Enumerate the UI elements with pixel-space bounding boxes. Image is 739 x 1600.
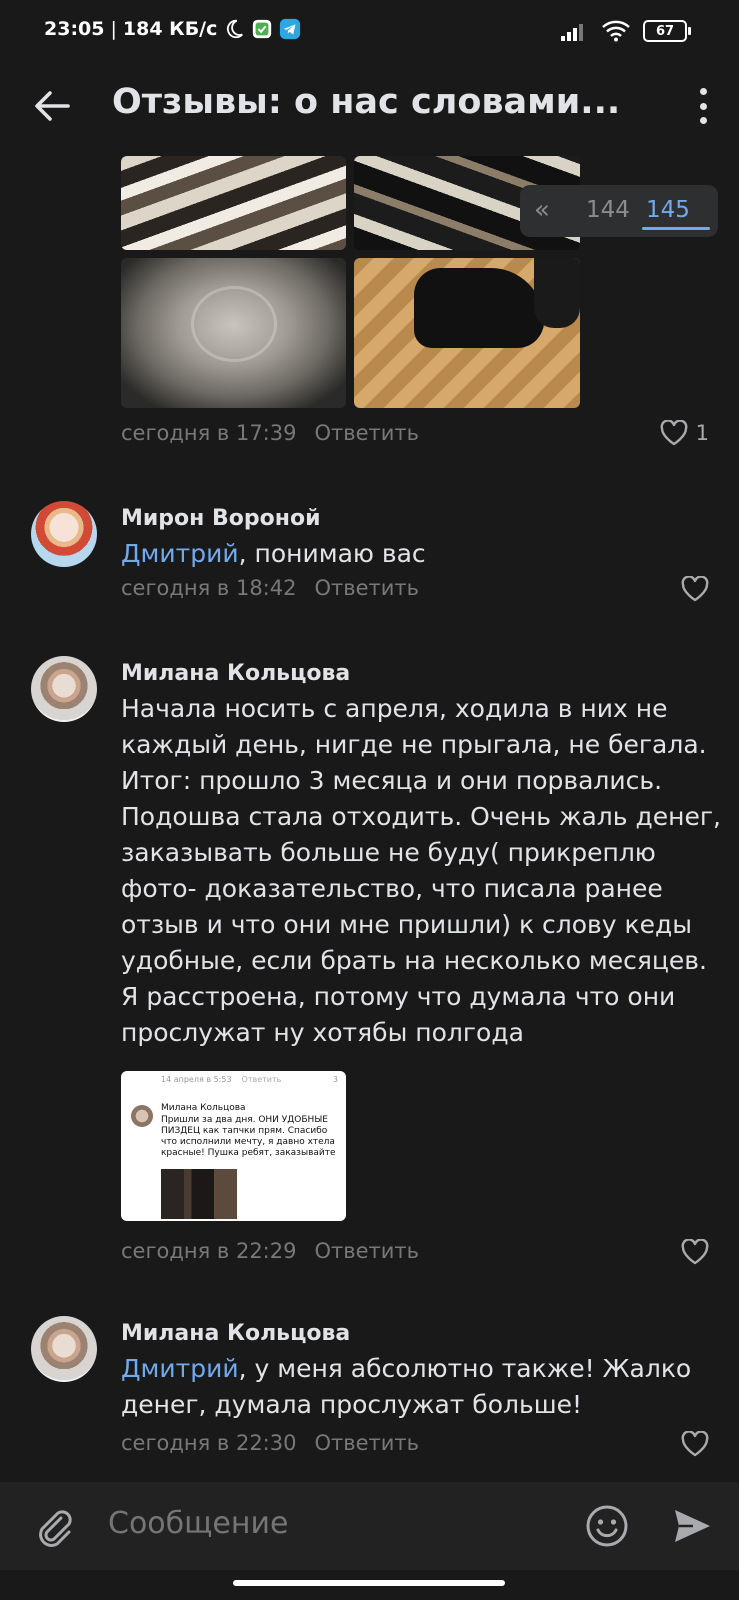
status-left: 23:05 | 184 КБ/с xyxy=(44,18,301,40)
status-speed: 184 КБ/с xyxy=(122,18,218,40)
status-right: 67 xyxy=(561,20,691,42)
comment-time: сегодня в 18:42 xyxy=(121,576,297,600)
attachment-like-count: 3 xyxy=(332,1075,338,1084)
comments-feed[interactable]: « 144 145 сегодня в 17:39 Ответить 1 Миро… xyxy=(0,146,739,1482)
avatar[interactable] xyxy=(31,501,97,567)
attached-photo-3[interactable] xyxy=(121,258,346,408)
comment-meta: сегодня в 17:39 Ответить xyxy=(121,421,419,445)
heart-icon xyxy=(681,1431,709,1457)
comment-time: сегодня в 22:29 xyxy=(121,1239,297,1263)
status-time: 23:05 xyxy=(44,18,105,40)
attached-screenshot[interactable]: 14 апреля в 5:53 Ответить 3 Милана Кольцо… xyxy=(121,1071,346,1221)
reply-button[interactable]: Ответить xyxy=(314,421,419,445)
comment-text: Дмитрий, понимаю вас xyxy=(121,536,721,572)
attached-photo-1[interactable] xyxy=(121,156,346,250)
checkbox-app-icon xyxy=(253,19,272,39)
wifi-icon xyxy=(602,20,630,42)
comment-text: Дмитрий, у меня абсолютно также! Жалко д… xyxy=(121,1351,721,1423)
status-separator: | xyxy=(110,18,117,40)
emoji-icon[interactable] xyxy=(584,1503,630,1549)
home-indicator[interactable] xyxy=(233,1580,505,1586)
reply-button[interactable]: Ответить xyxy=(314,1239,419,1263)
comment-meta: сегодня в 22:29 Ответить xyxy=(121,1239,419,1263)
app-header: Отзывы: о нас словами... xyxy=(0,66,739,146)
message-composer xyxy=(0,1482,739,1570)
heart-icon xyxy=(681,576,709,602)
page-current[interactable]: 145 xyxy=(646,197,690,223)
reply-button[interactable]: Ответить xyxy=(314,1431,419,1455)
comment-time: сегодня в 17:39 xyxy=(121,421,297,445)
page-navigator: « 144 145 xyxy=(520,185,718,237)
comment-author[interactable]: Мирон Вороной xyxy=(121,506,321,531)
attachment-photo xyxy=(161,1169,237,1219)
attachment-meta: 14 апреля в 5:53 Ответить xyxy=(161,1075,282,1084)
reply-button[interactable]: Ответить xyxy=(314,576,419,600)
avatar[interactable] xyxy=(31,1316,97,1382)
mention-link[interactable]: Дмитрий xyxy=(121,539,239,568)
like-button[interactable] xyxy=(681,1239,709,1265)
mention-link[interactable]: Дмитрий xyxy=(121,1354,239,1383)
attachment-avatar xyxy=(131,1105,153,1127)
like-button[interactable] xyxy=(681,576,709,602)
heart-icon xyxy=(660,420,688,446)
like-count: 1 xyxy=(695,421,709,445)
battery-level: 67 xyxy=(655,23,675,39)
heart-icon xyxy=(681,1239,709,1265)
like-button[interactable] xyxy=(681,1431,709,1457)
page-prev[interactable]: 144 xyxy=(586,197,630,223)
page-title: Отзывы: о нас словами... xyxy=(112,82,621,122)
more-options-icon[interactable] xyxy=(697,88,709,124)
comment-text: Начала носить с апреля, ходила в них не … xyxy=(121,694,721,1047)
battery-indicator: 67 xyxy=(643,20,691,42)
comment-author[interactable]: Милана Кольцова xyxy=(121,661,350,686)
signal-icon xyxy=(561,24,583,41)
comment-author[interactable]: Милана Кольцова xyxy=(121,1321,350,1346)
comment-time: сегодня в 22:30 xyxy=(121,1431,297,1455)
attachment-text: Пришли за два дня. ОНИ УДОБНЫЕ ПИЗДЕЦ ка… xyxy=(161,1115,336,1158)
comment-meta: сегодня в 18:42 Ответить xyxy=(121,576,419,600)
paperclip-icon[interactable] xyxy=(32,1504,76,1548)
double-chevron-left-icon[interactable]: « xyxy=(534,195,550,225)
attached-photo-4[interactable] xyxy=(354,258,580,408)
like-button[interactable]: 1 xyxy=(660,420,709,446)
back-arrow-icon[interactable] xyxy=(30,84,74,128)
send-icon[interactable] xyxy=(670,1504,714,1548)
comment-meta: сегодня в 22:30 Ответить xyxy=(121,1431,419,1455)
attachment-author: Милана Кольцова xyxy=(161,1103,246,1113)
avatar[interactable] xyxy=(31,656,97,722)
telegram-icon xyxy=(280,18,301,40)
moon-icon xyxy=(227,19,244,39)
page-current-underline xyxy=(642,227,710,230)
message-input[interactable] xyxy=(108,1506,548,1541)
comment-body: , понимаю вас xyxy=(238,539,426,568)
status-bar: 23:05 | 184 КБ/с 67 xyxy=(0,0,739,66)
